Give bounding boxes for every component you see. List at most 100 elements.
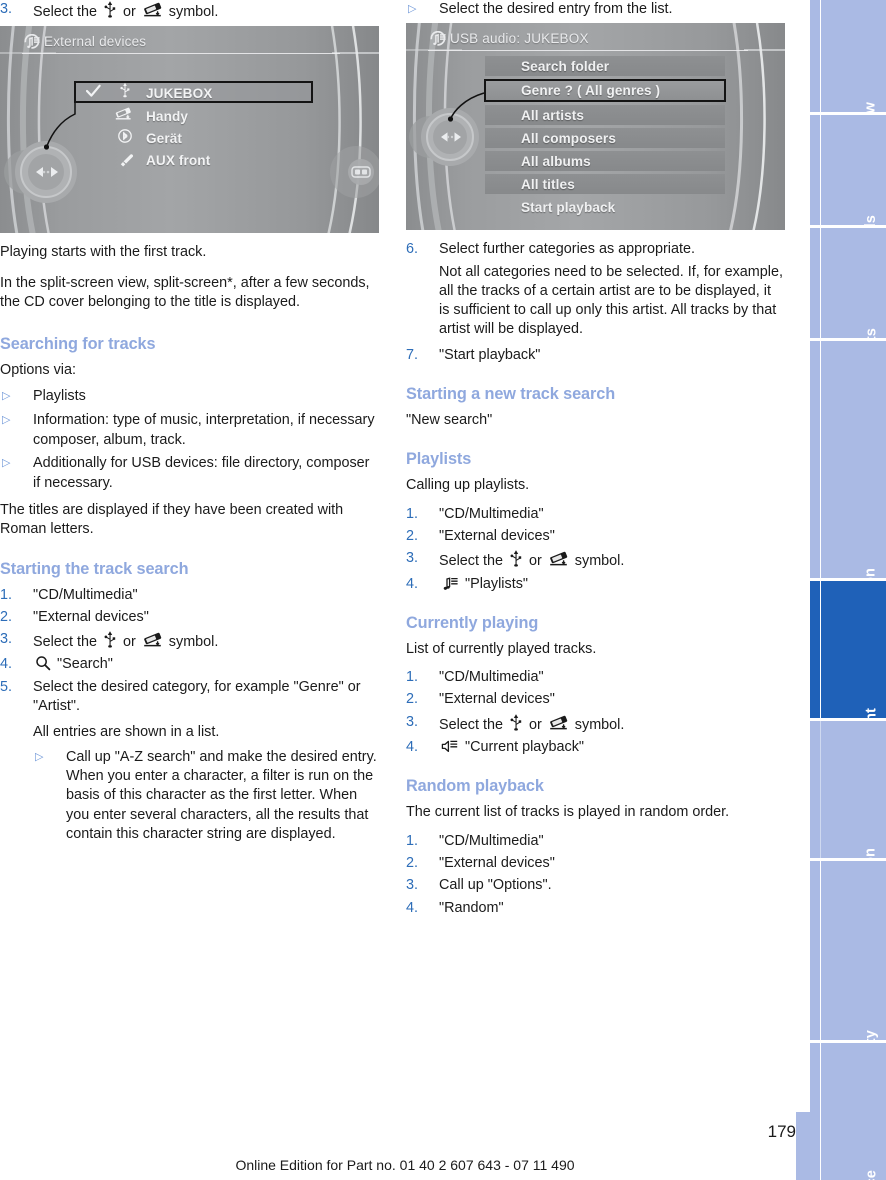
tab-navigation[interactable]: Navigation — [810, 338, 886, 644]
step-text: "Random" — [439, 899, 504, 916]
phone-dock-icon — [548, 714, 569, 733]
speaker-note-icon — [441, 739, 459, 754]
ordered-step: 4. "Playlists" — [406, 575, 785, 594]
tab-divider — [820, 115, 821, 225]
paragraph-roman-letters: The titles are displayed if they have be… — [0, 501, 344, 538]
step-text-label: "Current playback" — [465, 739, 584, 756]
tab-communication[interactable]: Communication — [810, 718, 886, 960]
tab-divider — [820, 228, 821, 338]
step-number: 2. — [0, 608, 13, 625]
tab-controls[interactable]: Controls — [810, 112, 886, 276]
menu-item-all-titles[interactable]: All titles — [485, 174, 725, 195]
heading-playlists: Playlists — [406, 450, 472, 469]
list-item: ▷ Playlists — [0, 387, 379, 406]
ordered-step: 4. "Current playback" — [406, 738, 785, 757]
menu-item-all-composers[interactable]: All composers — [485, 128, 725, 149]
step-text: Select the or symbol. — [33, 0, 379, 22]
heading-searching-for-tracks: Searching for tracks — [0, 335, 156, 354]
playlist-note-icon — [441, 576, 459, 591]
divider — [22, 53, 340, 55]
phone-dock-icon — [142, 631, 163, 650]
tab-reference[interactable]: Reference — [810, 1040, 886, 1180]
figure-title: External devices — [44, 34, 147, 50]
step-text-post: symbol. — [574, 716, 625, 733]
ordered-step: 2. "External devices" — [0, 608, 379, 627]
tab-mobility[interactable]: Mobility — [810, 858, 886, 1086]
figure-title: USB audio: JUKEBOX — [450, 31, 589, 47]
usb-icon — [103, 0, 117, 19]
right-column: ▷ Select the desired entry from the list… — [406, 0, 785, 921]
step-number: 6. — [406, 241, 419, 258]
step-text: "CD/Multimedia" — [439, 505, 544, 522]
heading-starting-a-new-track-search: Starting a new track search — [406, 385, 616, 404]
tab-entertainment[interactable]: Entertainment — [810, 578, 886, 807]
phone-dock-icon — [548, 550, 569, 569]
step-text: "External devices" — [33, 608, 149, 625]
ordered-step: 1. "CD/Multimedia" — [0, 586, 379, 605]
tab-divider — [820, 0, 821, 112]
triangle-bullet-icon: ▷ — [2, 457, 11, 470]
tab-divider — [820, 581, 821, 718]
usb-icon — [509, 549, 523, 568]
paragraph-random-order: The current list of tracks is played in … — [406, 804, 730, 821]
step-text: "External devices" — [439, 854, 555, 871]
step-text: "External devices" — [439, 527, 555, 544]
left-step-3: 3. Select the or symbol. — [0, 0, 379, 22]
phone-dock-icon — [114, 106, 132, 122]
list-item-label: Additionally for USB devices: file direc… — [33, 455, 370, 491]
bluetooth-icon — [118, 129, 132, 144]
device-row-label[interactable]: JUKEBOX — [146, 84, 212, 103]
step-number: 2. — [406, 527, 419, 544]
step-text: "Start playback" — [439, 346, 541, 363]
step-number: 1. — [406, 505, 419, 522]
step-text-mid: or — [529, 553, 542, 570]
ordered-step: 3. Select the or symbol. — [0, 630, 379, 652]
ordered-step: 4. "Random" — [406, 899, 785, 918]
step-text-post: symbol. — [574, 553, 625, 570]
tab-divider — [820, 861, 821, 1040]
step-number: 2. — [406, 691, 419, 708]
paragraph-calling-up-playlists: Calling up playlists. — [406, 477, 530, 494]
tab-driving-hints[interactable]: Driving hints — [810, 225, 886, 419]
step-text: "CD/Multimedia" — [439, 832, 544, 849]
paragraph-new-search: "New search" — [406, 412, 493, 429]
figure-usb-audio: USB audio: JUKEBOX Search folder Genre ?… — [406, 23, 785, 231]
paragraph-split-screen: In the split-screen view, split-screen*,… — [0, 274, 370, 310]
ordered-step: 3. Select the or symbol. — [406, 549, 785, 571]
device-row-label[interactable]: Gerät — [146, 129, 182, 148]
tab-divider — [820, 341, 821, 578]
list-item: ▷ Select the desired entry from the list… — [406, 0, 785, 19]
step-number: 7. — [406, 346, 419, 363]
menu-item-all-artists[interactable]: All artists — [485, 105, 725, 126]
step-number: 1. — [0, 586, 13, 603]
ordered-step: 1. "CD/Multimedia" — [406, 832, 785, 851]
search-icon — [35, 655, 51, 671]
ordered-step: 6. Select further categories as appropri… — [406, 240, 785, 259]
triangle-bullet-icon: ▷ — [2, 390, 11, 403]
divider — [428, 50, 748, 52]
menu-item-all-albums[interactable]: All albums — [485, 151, 725, 172]
step-text: "External devices" — [439, 691, 555, 708]
menu-item-genre[interactable]: Genre ? ( All genres ) — [484, 79, 726, 103]
menu-item-search-folder[interactable]: Search folder — [485, 56, 725, 77]
list-item: ▷ Additionally for USB devices: file dir… — [0, 454, 379, 493]
footer-note: Online Edition for Part no. 01 40 2 607 … — [235, 1157, 575, 1173]
step-text-pre: Select the — [33, 4, 97, 20]
aux-jack-icon — [119, 151, 134, 168]
device-row-label[interactable]: AUX front — [146, 151, 210, 170]
heading-currently-playing: Currently playing — [406, 613, 539, 632]
step-text: "Playlists" — [439, 575, 785, 594]
manual-page: 3. Select the or symbol. External device… — [0, 0, 886, 1180]
menu-item-start-playback[interactable]: Start playback — [485, 197, 725, 217]
step-number: 3. — [0, 1, 13, 17]
step-text: Call up "Options". — [439, 877, 552, 894]
step-text: Select the desired category, for example… — [33, 678, 361, 715]
tab-overview[interactable]: Overview — [810, 0, 886, 168]
step-number: 3. — [406, 713, 419, 730]
ordered-step: 3. Select the or symbol. — [406, 713, 785, 735]
device-row-label[interactable]: Handy — [146, 107, 188, 126]
page-number: 179 — [767, 1122, 796, 1141]
ordered-step: 1. "CD/Multimedia" — [406, 668, 785, 687]
step-text: Select the or symbol. — [439, 549, 785, 571]
tab-label: Reference — [863, 1170, 879, 1180]
